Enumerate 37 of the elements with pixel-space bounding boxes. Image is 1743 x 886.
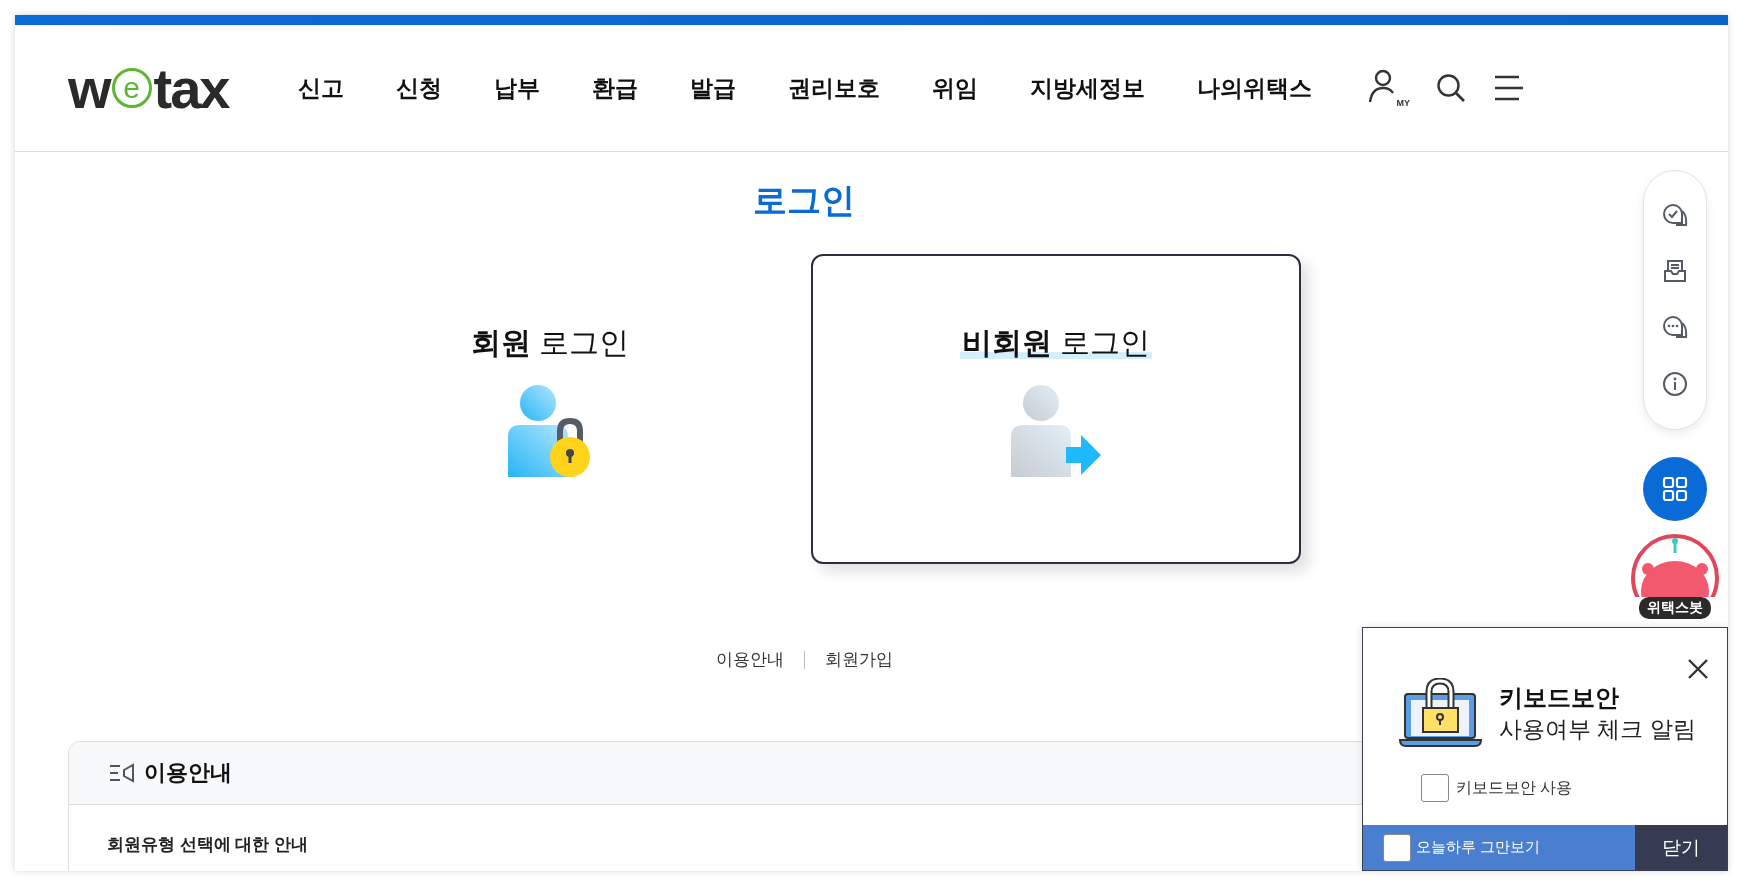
page-title: 로그인 <box>753 180 855 221</box>
my-page-button[interactable]: MY <box>1368 68 1408 108</box>
grid-icon <box>1662 476 1688 502</box>
nav-link[interactable]: 환급 <box>592 72 638 104</box>
inbox-document-icon[interactable] <box>1663 259 1687 283</box>
nav-link[interactable]: 권리보호 <box>788 72 880 104</box>
nav-link[interactable]: 나의위택스 <box>1197 72 1312 104</box>
nav-link[interactable]: 신고 <box>298 72 344 104</box>
search-icon[interactable] <box>1436 73 1466 103</box>
footer-link[interactable]: 회원가입 <box>824 648 893 671</box>
checkbox-label: 오늘하루 그만보기 <box>1416 838 1541 857</box>
checkbox-label: 키보드보안 사용 <box>1456 777 1573 798</box>
user-arrow-icon <box>1011 385 1101 477</box>
checkbox[interactable] <box>1421 774 1449 802</box>
close-icon[interactable] <box>1687 658 1709 680</box>
info-subtitle: 회원유형 선택에 대한 안내 <box>107 835 309 854</box>
user-lock-icon <box>508 385 592 477</box>
nav-link[interactable]: 위임 <box>932 72 978 104</box>
chat-check-icon[interactable] <box>1662 203 1688 227</box>
popup-title: 키보드보안 <box>1499 682 1620 713</box>
footer-link[interactable]: 이용안내 <box>715 648 784 671</box>
chatbot-label[interactable]: 위택스봇 <box>1639 597 1711 619</box>
nav-link[interactable]: 신청 <box>396 72 442 104</box>
close-button[interactable]: 닫기 <box>1635 825 1727 870</box>
checkbox[interactable] <box>1383 833 1411 862</box>
login-option-card[interactable]: 비회원 로그인 <box>811 254 1301 564</box>
popup-subtitle: 사용여부 체크 알림 <box>1499 714 1696 744</box>
info-title: 이용안내 <box>144 759 232 787</box>
login-option-label: 회원 로그인 <box>469 326 631 359</box>
nav-link[interactable]: 납부 <box>494 72 540 104</box>
nav-link[interactable]: 발급 <box>690 72 736 104</box>
menu-icon[interactable] <box>1494 75 1524 101</box>
laptop-lock-icon <box>1399 678 1483 748</box>
info-icon[interactable] <box>1662 371 1688 397</box>
nav-link[interactable]: 지방세정보 <box>1030 72 1145 104</box>
chat-bubble-icon[interactable] <box>1662 315 1688 339</box>
guide-icon <box>109 763 135 783</box>
